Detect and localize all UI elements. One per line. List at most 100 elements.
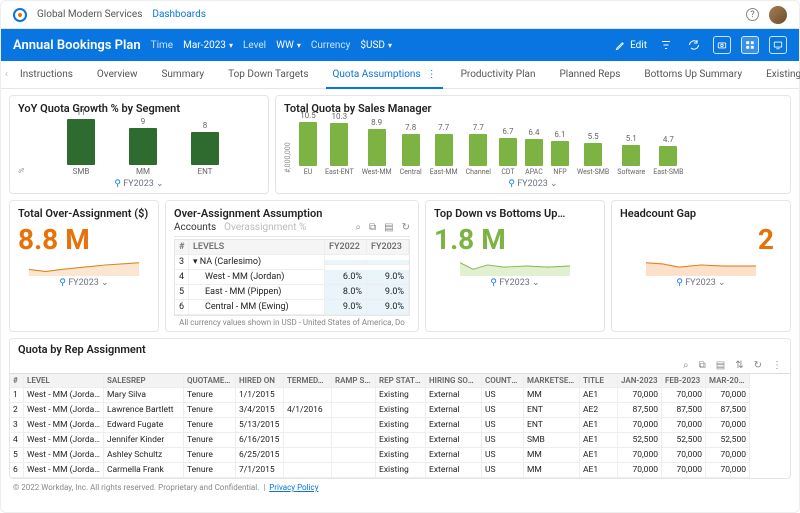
card-over-assignment-assumption: Over-Assignment Assumption Accounts Over… [165,200,419,332]
bar-cdt: 6.7CDT [499,127,517,176]
page-footer: © 2022 Workday, Inc. All rights reserved… [1,481,799,494]
copy-icon[interactable]: ⧉ [699,360,706,371]
sparkline [620,254,782,276]
card-title: Quota by Rep Assignment [10,343,790,356]
card-title: Headcount Gap [620,207,782,220]
refresh-icon[interactable] [685,36,703,54]
edit-label: Edit [630,40,647,51]
grid-view-icon[interactable] [741,36,759,54]
kpi-value: 2 [620,222,782,254]
currency-label: Currency [311,40,351,51]
y-axis-label: #,000,000 [284,117,292,177]
bar-west-mm: 8.9West-MM [362,118,392,176]
workday-logo-icon [13,8,27,22]
level-label: Level [243,40,266,51]
table-row[interactable]: 5West - MM (Jordan)Ashley SchultzTenure6… [10,448,790,463]
sparkline [434,254,596,276]
card-total-over-assignment: Total Over-Assignment ($) 8.8 M FY2023 [9,200,159,332]
privacy-link[interactable]: Privacy Policy [269,483,318,492]
bar-central: 7.8Central [400,123,422,177]
card-footer[interactable]: FY2023 [18,278,150,288]
card-footer[interactable]: FY2023 [434,278,596,288]
table-row[interactable]: 6Central - MM (Ewing)9.0%9.0% [175,300,409,315]
bar-ent: 8ENT [191,121,219,176]
kpi-value: 8.8 M [18,222,150,254]
top-nav: Global Modern Services Dashboards ? [1,1,799,29]
refresh-icon[interactable]: ↻ [754,360,762,371]
bar-smb: 11SMB [67,108,95,176]
time-label: Time [151,40,173,51]
card-footer[interactable]: FY2023 [18,179,260,189]
sort-icon[interactable]: ⇅ [735,360,743,371]
table-row[interactable]: 3West - MM (Jordan)Edward FugateTenure5/… [10,418,790,433]
tab-bottoms-up-summary[interactable]: Bottoms Up Summary [632,61,754,88]
tab-instructions[interactable]: Instructions [8,61,85,88]
bar-apac: 6.4APAC [525,128,543,176]
bar-east-smb: 4.7East-SMB [653,135,683,176]
save-icon[interactable]: ▤ [384,222,393,233]
tab-menu-icon[interactable]: ⋮ [427,69,437,80]
oa-tab-accounts[interactable]: Accounts [174,222,216,233]
table-row[interactable]: 4West - MM (Jordan)Jennifer KinderTenure… [10,433,790,448]
org-name: Global Modern Services [37,9,142,20]
bar-channel: 7.7Channel [466,123,491,176]
edit-button[interactable]: Edit [615,40,647,51]
present-icon[interactable] [769,36,787,54]
help-icon[interactable]: ? [746,8,759,21]
currency-selector[interactable]: $USD [360,40,392,51]
oa-tab-overassignment[interactable]: Overassignment % [224,222,306,233]
bar-eu: 10.5EU [299,111,317,176]
card-footer[interactable]: FY2023 [620,278,782,288]
time-selector[interactable]: Mar-2023 [183,40,233,51]
bar-mm: 9MM [129,117,157,177]
sheet-tabs: ‹ InstructionsOverviewSummaryTop Down Ta… [1,61,799,89]
bar-east-ent: 10.3East-ENT [325,112,354,176]
table-row[interactable]: 3▾ NA (Carlesimo) [175,255,409,270]
level-selector[interactable]: WW [276,40,301,51]
camera-icon[interactable] [713,36,731,54]
bar-east-mm: 7.7East-MM [430,123,458,176]
table-row[interactable]: 1West - MM (Jordan)Mary SilvaTenure1/1/2… [10,388,790,403]
tab-overview[interactable]: Overview [85,61,150,88]
search-icon[interactable]: ⌕ [683,360,689,371]
pencil-icon [615,40,626,51]
bar-software: 5.1Software [617,134,645,176]
sparkline [18,254,150,276]
more-icon[interactable]: ⋮ [772,360,782,371]
y-axis-label: % [18,117,26,177]
card-top-down-vs-bottoms-up: Top Down vs Bottoms Up… 1.8 M FY2023 [425,200,605,332]
tab-summary[interactable]: Summary [149,61,216,88]
tab-top-down-targets[interactable]: Top Down Targets [216,61,320,88]
dashboards-link[interactable]: Dashboards [152,9,206,20]
user-avatar[interactable] [769,6,787,24]
card-title: YoY Quota Growth % by Segment [18,102,260,115]
search-icon[interactable]: ⌕ [355,222,361,233]
page-header-bar: Annual Bookings Plan Time Mar-2023 Level… [1,29,799,61]
filter-icon[interactable]: ▤ [716,360,725,371]
table-row[interactable]: 6West - MM (Jordan)Carmella FrankTenure7… [10,463,790,478]
tab-planned-reps[interactable]: Planned Reps [547,61,632,88]
copy-icon[interactable]: ⧉ [369,222,376,233]
card-title: Over-Assignment Assumption [174,207,410,220]
card-footer[interactable]: FY2023 [284,179,782,189]
bar-nfp: 6.1NFP [551,130,569,176]
copyright-text: © 2022 Workday, Inc. All rights reserved… [13,483,259,492]
table-row[interactable]: 4West - MM (Jordan)6.0%9.0% [175,270,409,285]
kpi-value: 1.8 M [434,222,596,254]
card-headcount-gap: Headcount Gap 2 FY2023 [611,200,791,332]
table-row[interactable]: 2West - MM (Jordan)Lawrence BartlettTenu… [10,403,790,418]
tab-quota-assumptions[interactable]: Quota Assumptions⋮ [320,61,448,88]
oa-footer-note: All currency values shown in USD - Unite… [174,316,410,327]
tab-existing-reps[interactable]: Existing Reps [754,61,800,88]
table-row[interactable]: 5East - MM (Pippen)8.0%9.0% [175,285,409,300]
card-title: Top Down vs Bottoms Up… [434,207,596,220]
card-yoy-growth: YoY Quota Growth % by Segment % 11SMB 9MM… [9,95,269,194]
card-title: Total Quota by Sales Manager [284,102,782,115]
filter-icon[interactable] [657,36,675,54]
tab-productivity-plan[interactable]: Productivity Plan [449,61,548,88]
bar-west-smb: 5.5West-SMB [577,132,609,176]
page-title: Annual Bookings Plan [13,38,141,53]
refresh-icon[interactable]: ↻ [402,222,410,233]
card-title: Total Over-Assignment ($) [18,207,150,220]
card-total-quota: Total Quota by Sales Manager #,000,000 1… [275,95,791,194]
